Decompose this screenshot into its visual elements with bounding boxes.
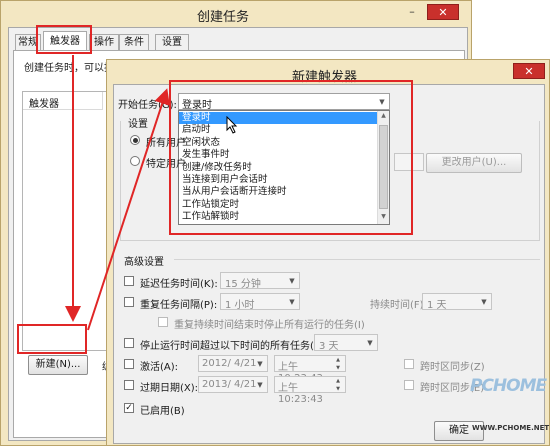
watermark-url: WWW.PCHOME.NET (472, 424, 550, 432)
mouse-cursor-icon (226, 116, 238, 134)
pchome-watermark: PCHOME WWW.PCHOME.NET (470, 372, 550, 444)
watermark-brand: PCHOME (470, 376, 547, 396)
arrow-new-button-to-dropdown (87, 88, 170, 331)
annotation-arrows (65, 55, 170, 331)
